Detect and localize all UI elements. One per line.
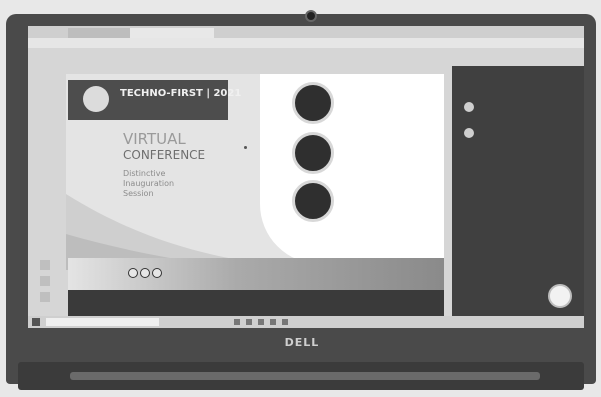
webcam-icon xyxy=(305,10,317,22)
slide-header-title: TECHNO-FIRST | 2021 xyxy=(120,88,242,99)
start-icon[interactable] xyxy=(32,318,40,326)
speakers-panel xyxy=(260,74,444,264)
taskbar-app-icon[interactable] xyxy=(270,319,276,325)
taskbar-app-icon[interactable] xyxy=(282,319,288,325)
slide-title-line1: VIRTUAL xyxy=(123,130,186,148)
instagram-icon xyxy=(152,268,162,278)
conference-logo xyxy=(83,86,109,112)
taskbar-search-input[interactable] xyxy=(46,318,159,326)
slide-title-line2: CONFERENCE xyxy=(123,148,206,162)
laptop-screen: TECHNO-FIRST | 2021 VIRTUAL CONFERENCE D… xyxy=(28,26,584,328)
slide-footer xyxy=(68,258,444,290)
facebook-icon xyxy=(128,268,138,278)
laptop-hinge xyxy=(70,372,540,380)
slide-topic-line: Session xyxy=(123,189,154,198)
speaker-photo xyxy=(292,82,334,124)
participant-avatar xyxy=(464,128,474,138)
app-icon[interactable] xyxy=(40,276,50,286)
speaker-photo xyxy=(292,180,334,222)
bullet-dot xyxy=(244,146,247,149)
app-icon[interactable] xyxy=(40,292,50,302)
taskbar-app-icon[interactable] xyxy=(246,319,252,325)
bookmarks-bar xyxy=(28,38,584,48)
browser-tab-active[interactable] xyxy=(130,28,214,38)
twitter-icon xyxy=(140,268,150,278)
slide-topic-line: Inauguration xyxy=(123,179,175,188)
app-icon[interactable] xyxy=(40,260,50,270)
speaker-photo xyxy=(292,132,334,174)
participant-avatar xyxy=(464,102,474,112)
browser-tab[interactable] xyxy=(68,28,132,38)
brand-logo: DELL xyxy=(284,336,320,349)
chat-action-button[interactable] xyxy=(548,284,572,308)
slide-topic-line: Distinctive xyxy=(123,169,166,178)
taskbar-app-icon[interactable] xyxy=(234,319,240,325)
taskbar-app-icon[interactable] xyxy=(258,319,264,325)
